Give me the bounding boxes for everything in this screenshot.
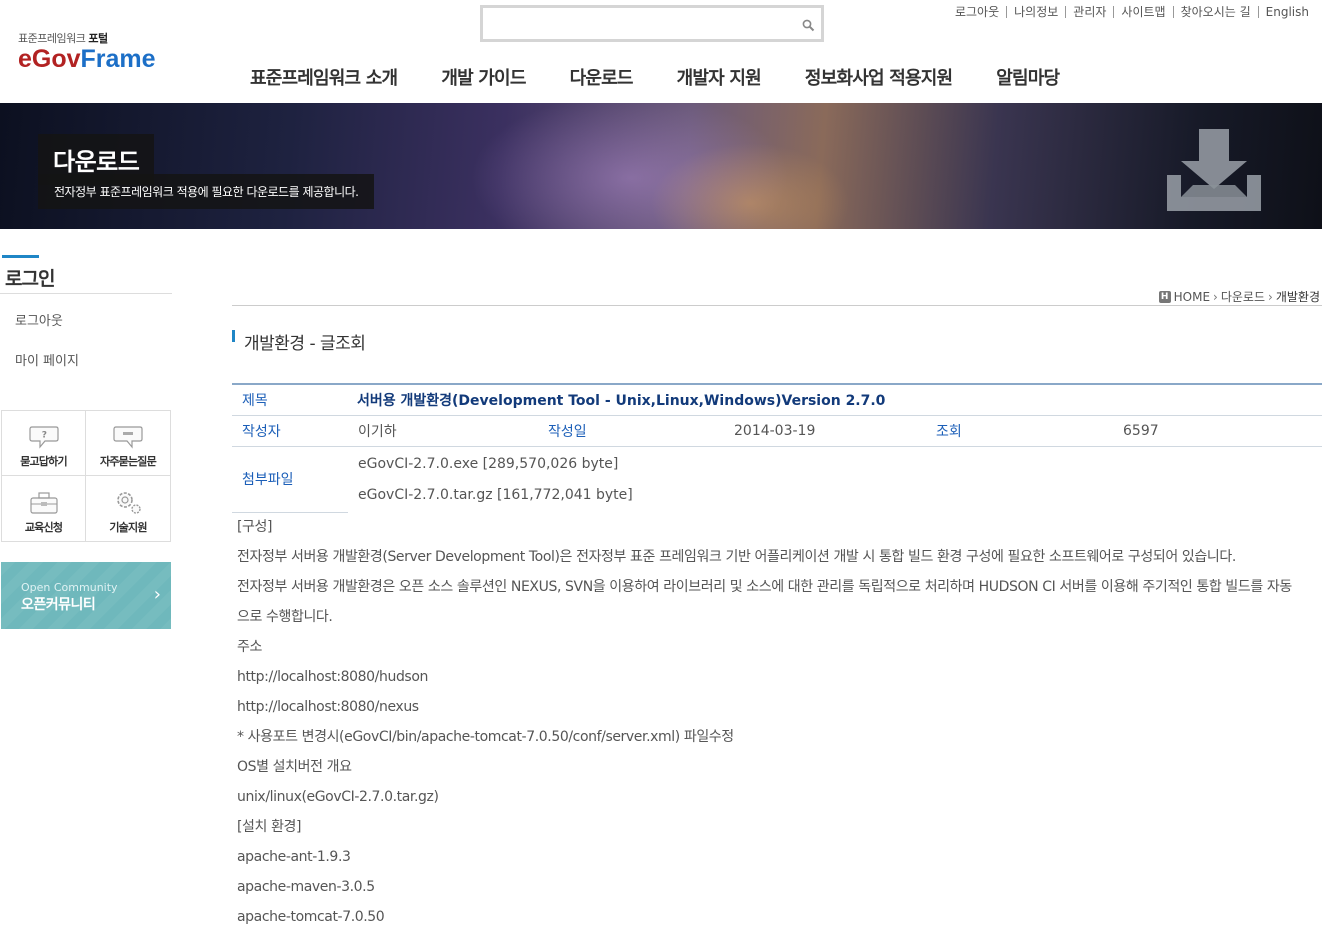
page-title: 개발환경 - 글조회 bbox=[244, 334, 366, 354]
community-label-ko: 오픈커뮤니티 bbox=[21, 597, 96, 613]
nav-item-notice[interactable]: 알림마당 bbox=[996, 64, 1060, 90]
question-bubble-icon: ? bbox=[28, 426, 59, 449]
quick-link-label: 자주묻는질문 bbox=[100, 455, 157, 468]
post-title-row: 제목 서버용 개발환경(Development Tool - Unix,Linu… bbox=[232, 384, 1322, 416]
logo-subtitle: 표준프레임워크 포털 bbox=[18, 32, 108, 45]
attachment-link[interactable]: eGovCI-2.7.0.exe [289,570,026 byte] bbox=[358, 449, 1322, 480]
body-line: 으로 수행합니다. bbox=[237, 609, 333, 625]
label-views: 조회 bbox=[926, 415, 1113, 447]
sidebar-divider bbox=[0, 293, 172, 294]
body-line: 전자정부 서버용 개발환경(Server Development Tool)은 … bbox=[237, 549, 1236, 565]
chevron-right-icon: › bbox=[153, 584, 161, 605]
attachments-list: eGovCI-2.7.0.exe [289,570,026 byte] eGov… bbox=[348, 446, 1322, 513]
main-navigation: 표준프레임워크 소개 개발 가이드 다운로드 개발자 지원 정보화사업 적용지원… bbox=[250, 64, 1103, 90]
site-logo[interactable]: 표준프레임워크 포털 eGovFrame bbox=[18, 30, 156, 72]
search-input[interactable] bbox=[483, 8, 783, 38]
gear-icon bbox=[117, 492, 141, 514]
toolbox-icon bbox=[29, 492, 58, 514]
page-banner: 다운로드 전자정부 표준프레임워크 적용에 필요한 다운로드를 제공합니다. bbox=[0, 103, 1322, 229]
breadcrumb-separator: › bbox=[1268, 289, 1273, 304]
body-line: [설치 환경] bbox=[237, 819, 302, 835]
nav-item-dev-support[interactable]: 개발자 지원 bbox=[677, 64, 762, 90]
post-attachments-row: 첨부파일 eGovCI-2.7.0.exe [289,570,026 byte]… bbox=[232, 446, 1322, 513]
body-line: OS별 설치버전 개요 bbox=[237, 759, 352, 775]
body-line: http://localhost:8080/hudson bbox=[237, 669, 428, 685]
quick-link-label: 교육신청 bbox=[24, 521, 63, 534]
post-date: 2014-03-19 bbox=[724, 415, 926, 447]
body-line: [구성] bbox=[237, 519, 273, 535]
util-link-admin[interactable]: 관리자 bbox=[1065, 6, 1113, 18]
post-title: 서버용 개발환경(Development Tool - Unix,Linux,W… bbox=[348, 384, 1322, 416]
community-label-en: Open Community bbox=[21, 581, 118, 594]
post-meta-row: 작성자 이기하 작성일 2014-03-19 조회 6597 bbox=[232, 415, 1322, 447]
breadcrumb-current: 개발환경 bbox=[1275, 290, 1320, 304]
util-link-directions[interactable]: 찾아오시는 길 bbox=[1172, 6, 1258, 18]
quick-link-tech-support[interactable]: 기술지원 bbox=[86, 476, 170, 541]
breadcrumb: H HOME › 다운로드 › 개발환경 bbox=[1158, 288, 1320, 305]
content-divider bbox=[232, 305, 1322, 306]
open-community-banner[interactable]: Open Community 오픈커뮤니티 › bbox=[1, 562, 171, 629]
body-line: 주소 bbox=[237, 639, 262, 655]
nav-item-dev-guide[interactable]: 개발 가이드 bbox=[441, 64, 526, 90]
post-detail-table: 제목 서버용 개발환경(Development Tool - Unix,Linu… bbox=[232, 383, 1322, 513]
label-date: 작성일 bbox=[538, 415, 724, 447]
utility-links: 로그아웃 나의정보 관리자 사이트맵 찾아오시는 길 English bbox=[948, 6, 1316, 18]
body-line: apache-maven-3.0.5 bbox=[237, 879, 375, 895]
util-link-english[interactable]: English bbox=[1257, 6, 1316, 18]
download-icon bbox=[1163, 127, 1265, 217]
breadcrumb-separator: › bbox=[1213, 289, 1218, 304]
search-icon[interactable] bbox=[802, 17, 815, 36]
quick-link-label: 기술지원 bbox=[109, 521, 147, 534]
nav-item-project-support[interactable]: 정보화사업 적용지원 bbox=[805, 64, 953, 90]
nav-item-intro[interactable]: 표준프레임워크 소개 bbox=[250, 64, 398, 90]
logo-title: eGovFrame bbox=[18, 45, 156, 73]
body-line: http://localhost:8080/nexus bbox=[237, 699, 419, 715]
sidebar-title: 로그인 bbox=[5, 268, 55, 290]
home-icon: H bbox=[1158, 290, 1171, 303]
body-line: unix/linux(eGovCI-2.7.0.tar.gz) bbox=[237, 789, 439, 805]
post-author: 이기하 bbox=[348, 415, 538, 447]
util-link-sitemap[interactable]: 사이트맵 bbox=[1113, 6, 1172, 18]
attachment-link[interactable]: eGovCI-2.7.0.tar.gz [161,772,041 byte] bbox=[358, 480, 1322, 511]
svg-text:?: ? bbox=[41, 431, 46, 441]
sidebar-item-logout[interactable]: 로그아웃 bbox=[15, 310, 63, 329]
quick-link-faq[interactable]: 자주묻는질문 bbox=[86, 411, 170, 476]
sidebar-item-mypage[interactable]: 마이 페이지 bbox=[15, 350, 79, 369]
body-line: * 사용포트 변경시(eGovCI/bin/apache-tomcat-7.0.… bbox=[237, 729, 734, 745]
post-body: [구성] 전자정부 서버용 개발환경(Server Development To… bbox=[237, 512, 1327, 930]
body-line: 전자정부 서버용 개발환경은 오픈 소스 솔루션인 NEXUS, SVN을 이용… bbox=[237, 579, 1292, 595]
breadcrumb-home[interactable]: HOME bbox=[1174, 290, 1210, 304]
sidebar-title-accent bbox=[2, 255, 39, 258]
util-link-logout[interactable]: 로그아웃 bbox=[948, 6, 1006, 18]
quick-links: ? 묻고답하기 자주묻는질문 교육신청 기술지원 bbox=[1, 410, 171, 542]
banner-description: 전자정부 표준프레임워크 적용에 필요한 다운로드를 제공합니다. bbox=[38, 174, 375, 209]
label-title: 제목 bbox=[232, 384, 348, 416]
quick-link-qna[interactable]: ? 묻고답하기 bbox=[2, 411, 86, 476]
search-box bbox=[480, 5, 824, 42]
label-attachments: 첨부파일 bbox=[232, 446, 348, 513]
heading-accent bbox=[232, 330, 235, 342]
nav-item-download[interactable]: 다운로드 bbox=[570, 64, 634, 90]
quick-link-label: 묻고답하기 bbox=[20, 455, 67, 468]
faq-bubble-icon bbox=[113, 426, 143, 449]
quick-link-education[interactable]: 교육신청 bbox=[2, 476, 86, 541]
util-link-my-info[interactable]: 나의정보 bbox=[1006, 6, 1065, 18]
label-author: 작성자 bbox=[232, 415, 348, 447]
body-line: apache-tomcat-7.0.50 bbox=[237, 909, 385, 925]
breadcrumb-download[interactable]: 다운로드 bbox=[1221, 288, 1265, 305]
post-views: 6597 bbox=[1113, 415, 1322, 447]
body-line: apache-ant-1.9.3 bbox=[237, 849, 351, 865]
